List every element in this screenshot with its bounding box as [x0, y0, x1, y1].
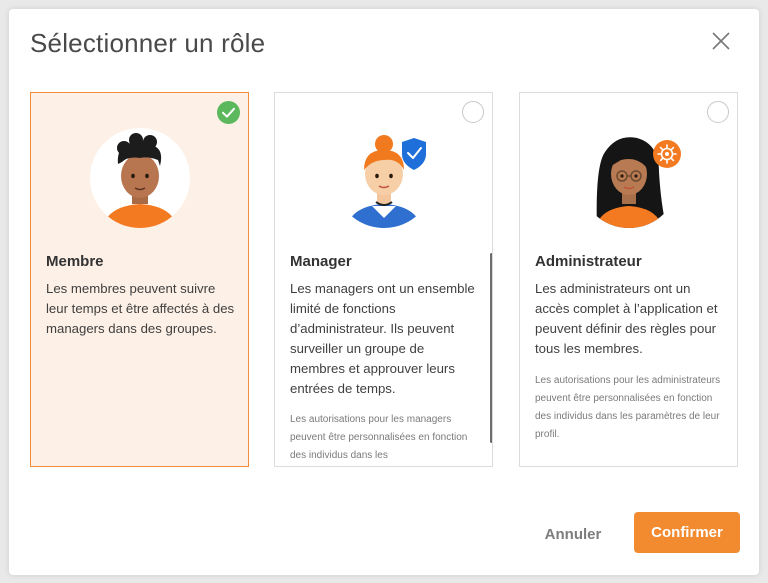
role-note: Les autorisations pour les administrateu…	[535, 375, 721, 440]
role-selection-dialog: Sélectionner un rôle Membre Les membres …	[9, 9, 759, 575]
selected-check-icon	[217, 101, 240, 124]
close-icon[interactable]	[710, 30, 732, 52]
scrollbar[interactable]	[490, 253, 492, 443]
role-note: Les autorisations pour les managers peuv…	[290, 414, 468, 461]
role-card-membre[interactable]: Membre Les membres peuvent suivre leur t…	[30, 92, 249, 467]
role-card-administrateur[interactable]: Administrateur Les administrateurs ont u…	[519, 92, 738, 467]
dialog-title: Sélectionner un rôle	[30, 28, 266, 58]
role-description: Les administrateurs ont un accès complet…	[535, 281, 718, 356]
role-name: Manager	[290, 253, 352, 270]
role-description: Les managers ont un ensemble limité de f…	[290, 281, 475, 396]
radio-button[interactable]	[707, 101, 729, 123]
member-avatar	[90, 128, 190, 228]
role-name: Administrateur	[535, 253, 642, 270]
radio-button[interactable]	[462, 101, 484, 123]
cancel-button[interactable]: Annuler	[528, 514, 618, 554]
admin-avatar	[579, 128, 681, 228]
role-name: Membre	[46, 253, 104, 270]
confirm-button[interactable]: Confirmer	[634, 512, 740, 553]
role-description: Les membres peuvent suivre leur temps et…	[46, 281, 235, 336]
manager-avatar	[334, 128, 434, 228]
role-card-manager[interactable]: Manager Les managers ont un ensemble lim…	[274, 92, 493, 467]
gear-icon	[653, 140, 681, 168]
